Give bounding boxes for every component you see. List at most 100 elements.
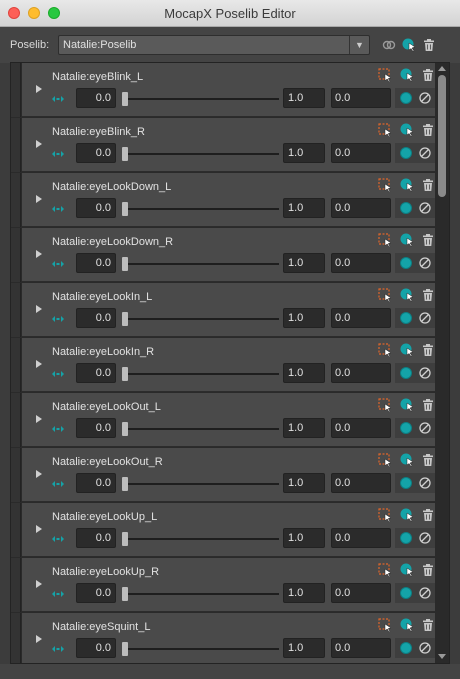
scroll-down-arrow-icon[interactable] <box>438 654 446 659</box>
apply-pose-button[interactable] <box>400 202 412 214</box>
delete-icon[interactable] <box>421 123 435 137</box>
pose-slider-handle[interactable] <box>122 587 128 601</box>
pose-value-field[interactable]: 0.0 <box>331 363 391 383</box>
pose-min-field[interactable]: 0.0 <box>76 143 116 163</box>
row-drag-handle[interactable] <box>11 228 21 282</box>
mirror-link-icon[interactable] <box>51 590 65 598</box>
select-controls-icon[interactable] <box>378 123 392 137</box>
row-drag-handle[interactable] <box>11 338 21 392</box>
pose-slider-track[interactable] <box>122 373 279 375</box>
pose-value-field[interactable]: 0.0 <box>331 638 391 658</box>
pose-slider-track[interactable] <box>122 263 279 265</box>
pose-min-field[interactable]: 0.0 <box>76 473 116 493</box>
mirror-link-icon[interactable] <box>51 535 65 543</box>
pose-value-field[interactable]: 0.0 <box>331 418 391 438</box>
pose-slider-track[interactable] <box>122 98 279 100</box>
pose-slider-handle[interactable] <box>122 147 128 161</box>
delete-icon[interactable] <box>421 563 435 577</box>
pose-value-field[interactable]: 0.0 <box>331 198 391 218</box>
reset-pose-icon[interactable] <box>418 256 432 270</box>
apply-pose-button[interactable] <box>400 367 412 379</box>
mirror-link-icon[interactable] <box>51 315 65 323</box>
mirror-link-icon[interactable] <box>51 95 65 103</box>
pose-slider-track[interactable] <box>122 483 279 485</box>
apply-pose-button[interactable] <box>400 587 412 599</box>
scroll-thumb[interactable] <box>438 75 446 197</box>
select-controls-icon[interactable] <box>378 563 392 577</box>
pick-pose-icon[interactable] <box>402 38 416 52</box>
pose-min-field[interactable]: 0.0 <box>76 583 116 603</box>
update-pose-icon[interactable] <box>400 563 414 577</box>
pose-max-field[interactable]: 1.0 <box>283 473 325 493</box>
delete-icon[interactable] <box>421 398 435 412</box>
delete-icon[interactable] <box>421 508 435 522</box>
pose-min-field[interactable]: 0.0 <box>76 363 116 383</box>
select-controls-icon[interactable] <box>378 178 392 192</box>
delete-icon[interactable] <box>421 68 435 82</box>
chevron-down-icon[interactable]: ▼ <box>349 36 369 54</box>
update-pose-icon[interactable] <box>400 288 414 302</box>
pose-value-field[interactable]: 0.0 <box>331 308 391 328</box>
mirror-link-icon[interactable] <box>51 645 65 653</box>
scroll-up-arrow-icon[interactable] <box>438 66 446 71</box>
pose-slider-handle[interactable] <box>122 312 128 326</box>
pose-value-field[interactable]: 0.0 <box>331 253 391 273</box>
apply-pose-button[interactable] <box>400 147 412 159</box>
expand-arrow-icon[interactable] <box>36 305 42 313</box>
delete-icon[interactable] <box>421 233 435 247</box>
apply-pose-button[interactable] <box>400 422 412 434</box>
expand-arrow-icon[interactable] <box>36 250 42 258</box>
reset-pose-icon[interactable] <box>418 311 432 325</box>
poselib-select[interactable]: Natalie:Poselib ▼ <box>58 35 370 55</box>
expand-arrow-icon[interactable] <box>36 195 42 203</box>
expand-arrow-icon[interactable] <box>36 525 42 533</box>
update-pose-icon[interactable] <box>400 178 414 192</box>
mirror-link-icon[interactable] <box>51 260 65 268</box>
reset-pose-icon[interactable] <box>418 476 432 490</box>
pose-slider-track[interactable] <box>122 538 279 540</box>
pose-max-field[interactable]: 1.0 <box>283 583 325 603</box>
pose-slider-handle[interactable] <box>122 532 128 546</box>
pose-slider-handle[interactable] <box>122 642 128 656</box>
pose-max-field[interactable]: 1.0 <box>283 88 325 108</box>
pose-slider-handle[interactable] <box>122 367 128 381</box>
expand-arrow-icon[interactable] <box>36 415 42 423</box>
apply-pose-button[interactable] <box>400 642 412 654</box>
pose-slider-handle[interactable] <box>122 92 128 106</box>
select-controls-icon[interactable] <box>378 288 392 302</box>
update-pose-icon[interactable] <box>400 398 414 412</box>
reset-pose-icon[interactable] <box>418 146 432 160</box>
select-controls-icon[interactable] <box>378 508 392 522</box>
pose-value-field[interactable]: 0.0 <box>331 473 391 493</box>
mirror-link-icon[interactable] <box>51 425 65 433</box>
reset-pose-icon[interactable] <box>418 641 432 655</box>
update-pose-icon[interactable] <box>400 68 414 82</box>
reset-pose-icon[interactable] <box>418 586 432 600</box>
update-pose-icon[interactable] <box>400 618 414 632</box>
pose-slider-handle[interactable] <box>122 422 128 436</box>
pose-min-field[interactable]: 0.0 <box>76 198 116 218</box>
expand-arrow-icon[interactable] <box>36 580 42 588</box>
row-drag-handle[interactable] <box>11 118 21 172</box>
pose-max-field[interactable]: 1.0 <box>283 198 325 218</box>
pose-value-field[interactable]: 0.0 <box>331 88 391 108</box>
pose-min-field[interactable]: 0.0 <box>76 418 116 438</box>
pose-slider-track[interactable] <box>122 593 279 595</box>
pose-value-field[interactable]: 0.0 <box>331 583 391 603</box>
delete-icon[interactable] <box>421 178 435 192</box>
trash-icon[interactable] <box>422 38 436 52</box>
delete-icon[interactable] <box>421 343 435 357</box>
row-drag-handle[interactable] <box>11 613 21 663</box>
row-drag-handle[interactable] <box>11 448 21 502</box>
pose-max-field[interactable]: 1.0 <box>283 638 325 658</box>
select-controls-icon[interactable] <box>378 398 392 412</box>
pose-min-field[interactable]: 0.0 <box>76 638 116 658</box>
delete-icon[interactable] <box>421 453 435 467</box>
pose-slider-handle[interactable] <box>122 477 128 491</box>
delete-icon[interactable] <box>421 288 435 302</box>
select-controls-icon[interactable] <box>378 618 392 632</box>
pose-max-field[interactable]: 1.0 <box>283 528 325 548</box>
mirror-link-icon[interactable] <box>51 480 65 488</box>
mirror-link-icon[interactable] <box>51 150 65 158</box>
apply-pose-button[interactable] <box>400 532 412 544</box>
